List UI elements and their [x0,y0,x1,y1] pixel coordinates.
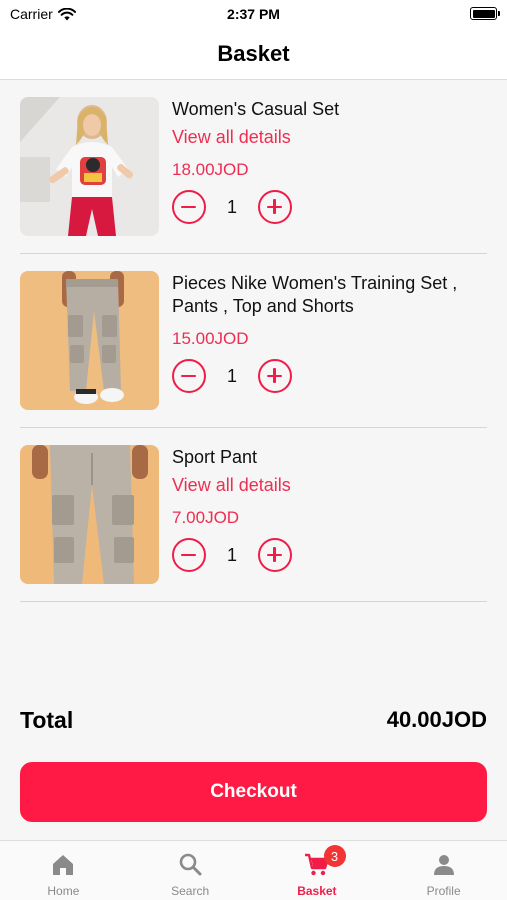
nav-header: Basket [0,28,507,80]
person-icon [430,851,458,879]
tab-profile[interactable]: Profile [380,841,507,900]
increase-quantity-button[interactable] [258,190,292,224]
decrease-quantity-button[interactable] [172,538,206,572]
quantity-value: 1 [226,544,237,565]
cargo-pants-photo[interactable] [20,271,159,410]
basket-item: Pieces Nike Women's Training Set , Pants… [20,254,487,428]
product-price: 15.00JOD [172,329,249,348]
tab-bar: Home Search 3 Basket Profile [0,840,507,900]
quantity-value: 1 [226,196,237,217]
page-title: Basket [217,40,290,66]
product-price: 7.00JOD [172,508,240,527]
total-label: Total [20,706,74,733]
status-bar: Carrier 2:37 PM [0,0,507,28]
quantity-value: 1 [226,365,237,386]
tab-label: Basket [297,884,337,898]
increase-quantity-button[interactable] [258,359,292,393]
womens-casual-set-photo[interactable] [20,97,159,236]
product-price: 18.00JOD [172,160,249,179]
tab-basket[interactable]: 3 Basket [254,841,381,900]
basket-item: Women's Casual Set View all details 18.0… [20,80,487,254]
product-name: Women's Casual Set [172,99,340,119]
checkout-button[interactable]: Checkout [20,762,487,822]
quantity-stepper: 1 [172,359,487,393]
view-details-link[interactable]: View all details [172,474,487,497]
decrease-quantity-button[interactable] [172,190,206,224]
view-details-link[interactable]: View all details [172,126,487,149]
total-row: Total 40.00JOD [20,703,487,737]
status-time: 2:37 PM [227,6,280,22]
battery-icon [470,7,500,20]
decrease-quantity-button[interactable] [172,359,206,393]
tab-search[interactable]: Search [127,841,254,900]
product-name: Sport Pant [172,447,258,467]
tab-label: Profile [426,884,461,898]
quantity-stepper: 1 [172,190,487,224]
tab-label: Search [171,884,210,898]
sport-pant-photo[interactable] [20,445,159,584]
home-icon [49,851,77,879]
search-icon [176,851,204,879]
basket-item: Sport Pant View all details 7.00JOD 1 [20,428,487,602]
cart-count-badge: 3 [323,845,346,867]
increase-quantity-button[interactable] [258,538,292,572]
basket-list: Women's Casual Set View all details 18.0… [20,80,487,602]
tab-label: Home [47,884,80,898]
quantity-stepper: 1 [172,538,487,572]
product-name: Pieces Nike Women's Training Set , Pants… [172,273,458,316]
total-value: 40.00JOD [386,707,487,732]
tab-home[interactable]: Home [0,841,127,900]
